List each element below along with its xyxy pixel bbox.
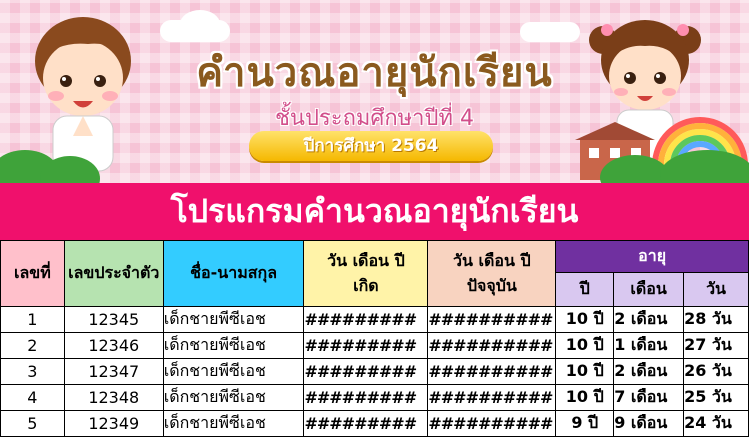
table-row[interactable]: 1 12345 เด็กชายพีซีเอช ######### #######… [0, 306, 749, 333]
page-title: คำนวณอายุนักเรียน [196, 50, 553, 96]
cell-age-day[interactable]: 28 วัน [683, 306, 749, 333]
cell-student-id[interactable]: 12346 [63, 332, 164, 359]
cloud-decoration [180, 10, 220, 38]
header-birth-date: วัน เดือน ปี เกิด [303, 240, 429, 307]
cell-age-day[interactable]: 25 วัน [683, 384, 749, 411]
cell-current-date[interactable]: ########## [427, 332, 557, 359]
cell-student-id[interactable]: 12347 [63, 358, 164, 385]
cell-student-id[interactable]: 12349 [63, 410, 164, 437]
header-age: อายุ [555, 240, 749, 273]
cell-age-month[interactable]: 2 เดือน [613, 358, 685, 385]
cell-current-date[interactable]: ########## [427, 410, 557, 437]
cell-student-id[interactable]: 12345 [63, 306, 164, 333]
cloud-decoration [520, 22, 580, 42]
cell-no[interactable]: 2 [0, 332, 65, 359]
cell-no[interactable]: 5 [0, 410, 65, 437]
cell-no[interactable]: 4 [0, 384, 65, 411]
header-name: ชื่อ-นามสกุล [162, 240, 305, 307]
cell-age-month[interactable]: 9 เดือน [613, 410, 685, 437]
program-title-bar: โปรแกรมคำนวณอายุนักเรียน [0, 183, 749, 240]
student-age-table: เลขที่ เลขประจำตัว ชื่อ-นามสกุล วัน เดือ… [0, 240, 749, 437]
cell-birth-date[interactable]: ######### [303, 410, 429, 437]
header-current-date-line1: วัน เดือน ปี [453, 250, 531, 270]
cell-age-year[interactable]: 9 ปี [555, 410, 615, 437]
cell-birth-date[interactable]: ######### [303, 306, 429, 333]
cell-age-month[interactable]: 7 เดือน [613, 384, 685, 411]
header-age-month: เดือน [613, 272, 685, 307]
header-current-date-line2: ปัจจุบัน [466, 275, 517, 295]
cell-no[interactable]: 3 [0, 358, 65, 385]
cell-birth-date[interactable]: ######### [303, 384, 429, 411]
header-birth-date-line2: เกิด [353, 275, 379, 295]
academic-year-badge: ปีการศึกษา 2564 [249, 131, 493, 161]
table-row[interactable]: 3 12347 เด็กชายพีซีเอช ######### #######… [0, 358, 749, 385]
cell-age-month[interactable]: 2 เดือน [613, 306, 685, 333]
header-age-day: วัน [683, 272, 749, 307]
cell-name[interactable]: เด็กชายพีซีเอช [162, 306, 305, 333]
cell-name[interactable]: เด็กชายพีซีเอช [162, 358, 305, 385]
cell-age-year[interactable]: 10 ปี [555, 358, 615, 385]
header-birth-date-line1: วัน เดือน ปี [327, 250, 405, 270]
header-student-id: เลขประจำตัว [63, 240, 164, 307]
cell-age-year[interactable]: 10 ปี [555, 384, 615, 411]
header-banner: คำนวณอายุนักเรียน ชั้นประถมศึกษาปีที่ 4 … [0, 0, 749, 183]
grade-subtitle: ชั้นประถมศึกษาปีที่ 4 [275, 106, 474, 131]
cell-birth-date[interactable]: ######### [303, 332, 429, 359]
cell-no[interactable]: 1 [0, 306, 65, 333]
cell-student-id[interactable]: 12348 [63, 384, 164, 411]
table-row[interactable]: 4 12348 เด็กชายพีซีเอช ######### #######… [0, 384, 749, 411]
cell-name[interactable]: เด็กชายพีซีเอช [162, 384, 305, 411]
cell-name[interactable]: เด็กชายพีซีเอช [162, 410, 305, 437]
cell-age-month[interactable]: 1 เดือน [613, 332, 685, 359]
cell-age-day[interactable]: 27 วัน [683, 332, 749, 359]
header-no: เลขที่ [0, 240, 65, 307]
cell-current-date[interactable]: ########## [427, 384, 557, 411]
cell-age-day[interactable]: 26 วัน [683, 358, 749, 385]
cell-birth-date[interactable]: ######### [303, 358, 429, 385]
table-row[interactable]: 5 12349 เด็กชายพีซีเอช ######### #######… [0, 410, 749, 437]
cell-age-day[interactable]: 24 วัน [683, 410, 749, 437]
header-age-year: ปี [555, 272, 615, 307]
cell-name[interactable]: เด็กชายพีซีเอช [162, 332, 305, 359]
cell-age-year[interactable]: 10 ปี [555, 306, 615, 333]
table-row[interactable]: 2 12346 เด็กชายพีซีเอช ######### #######… [0, 332, 749, 359]
cell-age-year[interactable]: 10 ปี [555, 332, 615, 359]
cell-current-date[interactable]: ########## [427, 306, 557, 333]
cell-current-date[interactable]: ########## [427, 358, 557, 385]
header-current-date: วัน เดือน ปี ปัจจุบัน [427, 240, 557, 307]
